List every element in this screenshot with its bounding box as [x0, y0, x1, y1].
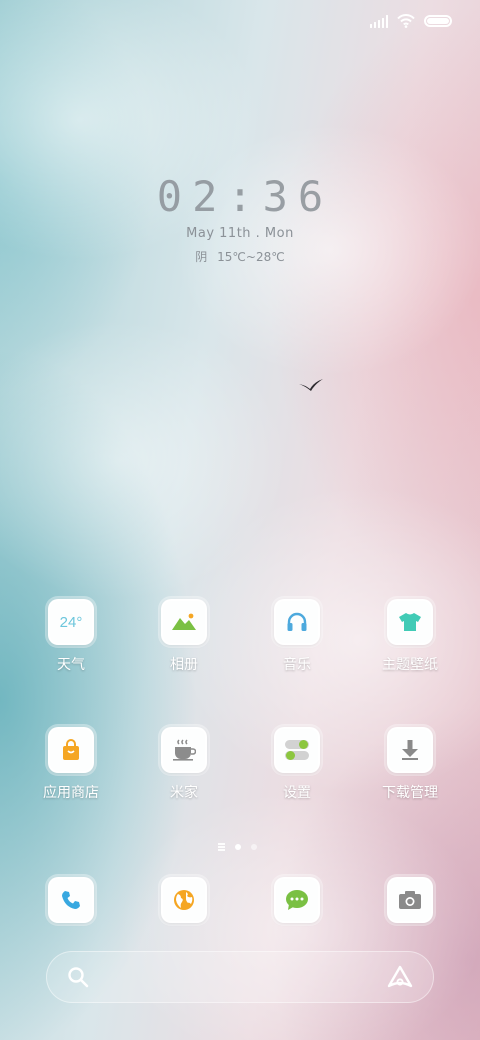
app-label: 相册	[170, 657, 198, 673]
status-bar	[369, 12, 452, 30]
headphones-glyph	[287, 612, 307, 631]
shopping-bag-icon[interactable]	[48, 727, 94, 773]
weather-temperature-range: 15℃~28℃	[217, 250, 285, 264]
app-label: 应用商店	[43, 785, 99, 801]
dock-camera[interactable]	[360, 877, 460, 923]
browser-globe-icon[interactable]	[161, 877, 207, 923]
arrow-down-glyph	[402, 740, 418, 760]
app-settings[interactable]: 设置	[247, 727, 347, 802]
search-bar[interactable]	[46, 951, 434, 1003]
dock-browser[interactable]	[134, 877, 234, 923]
toggle-settings-icon[interactable]	[274, 727, 320, 773]
app-mijia[interactable]: 米家	[134, 727, 234, 802]
bag-glyph	[63, 739, 79, 760]
coffee-cup-icon[interactable]	[161, 727, 207, 773]
gallery-icon[interactable]	[161, 599, 207, 645]
chat-bubble-glyph	[286, 890, 308, 910]
date-text[interactable]: May 11th . Mon	[0, 226, 480, 241]
clock-time[interactable]: 02:36	[0, 172, 480, 221]
app-label: 主题壁纸	[382, 657, 438, 673]
dock-messages[interactable]	[247, 877, 347, 923]
page-indicator[interactable]	[218, 843, 257, 851]
battery-fill	[427, 18, 449, 24]
dock-phone[interactable]	[21, 877, 121, 923]
app-weather[interactable]: 24° 天气	[21, 599, 121, 674]
page-dot[interactable]	[251, 843, 257, 850]
tshirt-glyph	[399, 613, 421, 631]
phone-glyph	[62, 891, 80, 909]
app-label: 音乐	[283, 657, 311, 673]
tshirt-icon[interactable]	[387, 599, 433, 645]
message-icon[interactable]	[274, 877, 320, 923]
app-label: 设置	[283, 785, 311, 801]
cup-glyph	[173, 739, 196, 761]
app-label: 下载管理	[382, 785, 438, 801]
headphones-icon[interactable]	[274, 599, 320, 645]
page-list-icon[interactable]	[218, 843, 225, 851]
app-gallery[interactable]: 相册	[134, 599, 234, 674]
bird-decoration	[299, 379, 323, 391]
toggles-glyph	[285, 740, 309, 760]
weather-summary[interactable]: 阴 15℃~28℃	[0, 248, 480, 265]
weather-tile-temperature: 24°	[59, 613, 83, 631]
weather-icon[interactable]: 24°	[48, 599, 94, 645]
mountain-glyph	[172, 613, 196, 630]
camera-icon[interactable]	[387, 877, 433, 923]
app-label: 米家	[170, 785, 198, 801]
app-store[interactable]: 应用商店	[21, 727, 121, 802]
battery-icon	[424, 15, 452, 27]
weather-condition: 阴	[195, 250, 208, 264]
signal-icon	[369, 14, 388, 28]
phone-icon[interactable]	[48, 877, 94, 923]
app-label: 天气	[57, 657, 85, 673]
app-music[interactable]: 音乐	[247, 599, 347, 674]
app-themes[interactable]: 主题壁纸	[360, 599, 460, 674]
assistant-icon[interactable]	[387, 965, 413, 989]
download-arrow-icon[interactable]	[387, 727, 433, 773]
search-icon[interactable]	[67, 966, 89, 988]
wifi-icon	[397, 14, 415, 28]
globe-glyph	[174, 890, 194, 910]
app-downloads[interactable]: 下载管理	[360, 727, 460, 802]
camera-glyph	[399, 891, 421, 909]
page-dot-active[interactable]	[235, 843, 241, 850]
